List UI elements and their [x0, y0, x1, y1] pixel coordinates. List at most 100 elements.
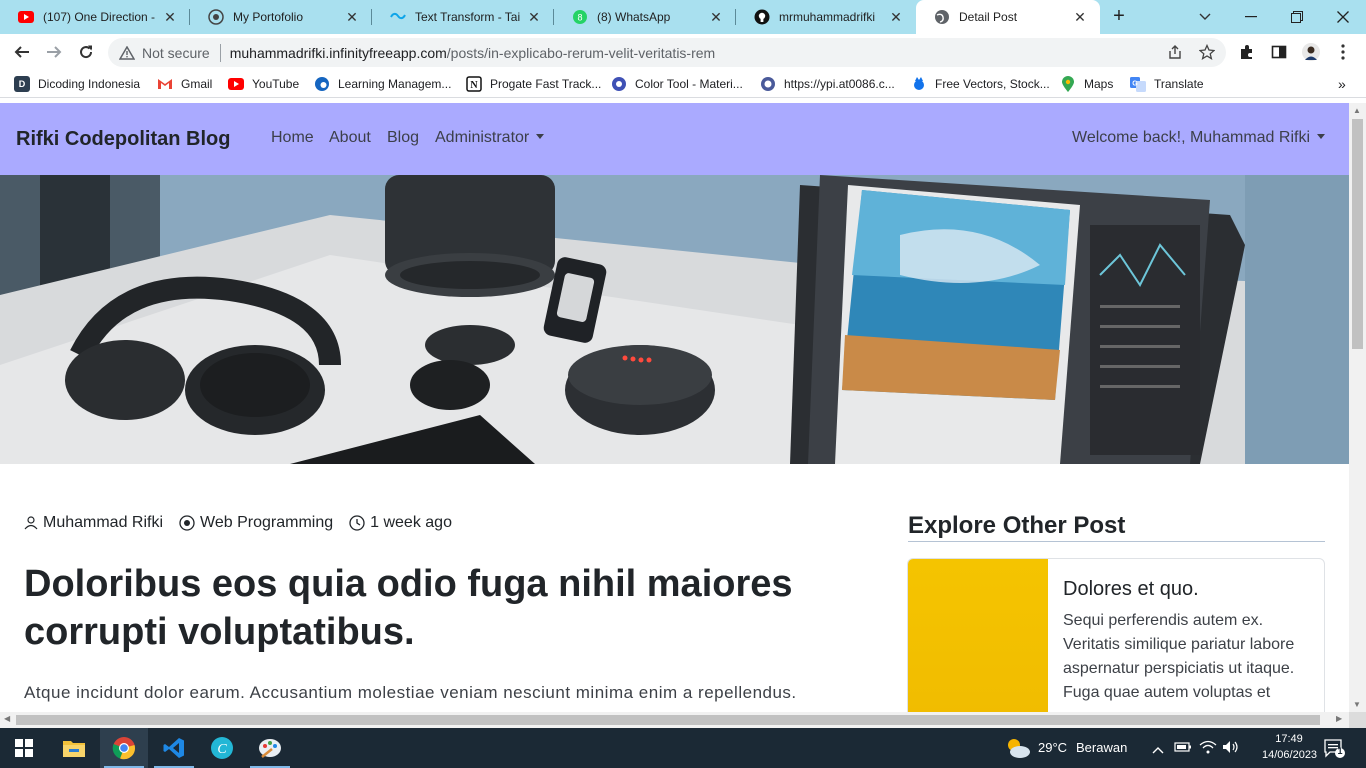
file-explorer-icon[interactable]: [50, 728, 98, 768]
user-icon: [24, 516, 38, 530]
administrator-label: Administrator: [435, 129, 530, 146]
user-menu-dropdown[interactable]: Welcome back!, Muhammad Rifki: [1072, 129, 1325, 147]
weather-icon[interactable]: [1005, 737, 1031, 764]
nav-about-link[interactable]: About: [329, 129, 371, 147]
chrome-icon[interactable]: [100, 728, 148, 768]
back-arrow-icon: [14, 46, 29, 58]
related-post-title[interactable]: Dolores et quo.: [1063, 578, 1199, 601]
url-path: /posts/in-explicabo-rerum-velit-veritati…: [446, 44, 716, 61]
wifi-icon[interactable]: [1199, 740, 1217, 759]
nav-blog-link[interactable]: Blog: [387, 129, 419, 147]
whatsapp-icon: 8: [572, 9, 588, 25]
time-ago: 1 week ago: [370, 514, 452, 531]
bookmark-youtube[interactable]: YouTube: [228, 75, 299, 93]
bookmark-freepik[interactable]: Free Vectors, Stock...: [911, 75, 1050, 93]
share-icon[interactable]: [1166, 43, 1184, 61]
close-tab-icon[interactable]: ✕: [1072, 9, 1088, 25]
vertical-scrollbar[interactable]: ▲ ▼: [1349, 103, 1366, 712]
chevron-up-icon[interactable]: [1152, 741, 1164, 759]
canva-icon[interactable]: C: [198, 728, 246, 768]
address-bar[interactable]: Not secure muhammadrifki.infinityfreeapp…: [108, 38, 1226, 67]
globe-icon: [760, 76, 776, 92]
battery-icon[interactable]: [1174, 740, 1192, 759]
post-meta: Muhammad Rifki Web Programming 1 week ag…: [24, 514, 468, 532]
close-tab-icon[interactable]: ✕: [162, 9, 178, 25]
clock-date: 14/06/2023: [1262, 749, 1318, 761]
related-post-text: Sequi perferendis autem ex. Veritatis si…: [1063, 612, 1295, 701]
notion-icon: N: [466, 76, 482, 92]
bookmark-ypi[interactable]: https://ypi.at0086.c...: [760, 75, 895, 93]
system-clock[interactable]: 17:49 14/06/2023: [1262, 731, 1318, 763]
reload-button[interactable]: [72, 38, 100, 66]
back-button[interactable]: [8, 38, 36, 66]
bookmark-label: Translate: [1154, 77, 1204, 91]
restore-button[interactable]: [1274, 0, 1320, 34]
bookmark-progate[interactable]: N Progate Fast Track...: [466, 75, 601, 93]
tab-title: My Portofolio: [233, 10, 304, 24]
security-label[interactable]: Not secure: [142, 45, 210, 61]
windows-start-icon[interactable]: [0, 728, 48, 768]
bookmark-dicoding[interactable]: D Dicoding Indonesia: [14, 75, 140, 93]
scrollbar-thumb[interactable]: [1352, 119, 1363, 349]
url-host: muhammadrifki.infinityfreeapp.com: [229, 44, 447, 61]
tab-search-button[interactable]: [1182, 0, 1228, 34]
bookmark-gmail[interactable]: Gmail: [157, 75, 212, 93]
svg-text:G: G: [1132, 81, 1138, 88]
tab-tailwind[interactable]: Text Transform - Tailw ✕: [372, 0, 554, 34]
bookmark-label: Dicoding Indonesia: [38, 77, 141, 91]
nav-home-link[interactable]: Home: [271, 129, 314, 147]
post-title: Doloribus eos quia odio fuga nihil maior…: [24, 563, 793, 653]
bookmark-color-tool[interactable]: Color Tool - Materi...: [611, 75, 743, 93]
notification-center-icon[interactable]: 1: [1324, 739, 1346, 764]
bookmark-lms[interactable]: Learning Managem...: [314, 75, 451, 93]
warning-icon[interactable]: [118, 44, 136, 62]
tab-youtube[interactable]: (107) One Direction - ✕: [0, 0, 190, 34]
tab-whatsapp[interactable]: 8 (8) WhatsApp ✕: [554, 0, 736, 34]
notification-count: 1: [1337, 746, 1343, 756]
horizontal-scrollbar[interactable]: ◀ ▶: [0, 712, 1349, 728]
close-tab-icon[interactable]: ✕: [526, 9, 542, 25]
close-window-button[interactable]: [1320, 0, 1366, 34]
scroll-up-icon[interactable]: ▲: [1353, 106, 1361, 115]
sidebar-heading: Explore Other Post: [908, 512, 1126, 539]
vscode-icon[interactable]: [150, 728, 198, 768]
record-circle-icon: [179, 515, 195, 531]
close-tab-icon[interactable]: ✕: [344, 9, 360, 25]
close-tab-icon[interactable]: ✕: [708, 9, 724, 25]
bookmark-translate[interactable]: G Translate: [1130, 75, 1204, 93]
site-brand[interactable]: Rifki Codepolitan Blog: [16, 128, 230, 151]
scroll-right-icon[interactable]: ▶: [1336, 714, 1342, 723]
browser-menu-icon[interactable]: [1334, 43, 1352, 61]
tab-title: (107) One Direction -: [43, 10, 156, 24]
bookmarks-overflow-button[interactable]: »: [1338, 75, 1346, 93]
bookmark-maps[interactable]: Maps: [1060, 75, 1113, 93]
scrollbar-thumb[interactable]: [16, 715, 1320, 725]
scroll-left-icon[interactable]: ◀: [4, 714, 10, 723]
windows-taskbar: C 29°C Berawan 17:49 14/06/2023 1: [0, 728, 1366, 768]
forward-button[interactable]: [40, 38, 68, 66]
tab-portfolio[interactable]: My Portofolio ✕: [190, 0, 372, 34]
related-post-thumbnail[interactable]: [908, 559, 1048, 712]
clock-time: 17:49: [1275, 733, 1303, 745]
tab-github[interactable]: mrmuhammadrifki ✕: [736, 0, 916, 34]
bookmarks-bar: D Dicoding Indonesia Gmail YouTube Learn…: [0, 70, 1366, 98]
related-post-card[interactable]: Dolores et quo. Sequi perferendis autem …: [907, 558, 1325, 712]
post-category[interactable]: Web Programming: [179, 514, 333, 532]
side-panel-icon[interactable]: [1270, 43, 1288, 61]
scroll-down-icon[interactable]: ▼: [1353, 700, 1361, 709]
author-name: Muhammad Rifki: [43, 514, 164, 531]
paint-icon[interactable]: [246, 728, 294, 768]
tab-detail-post[interactable]: Detail Post ✕: [916, 0, 1100, 34]
weather-temp[interactable]: 29°C: [1038, 740, 1067, 755]
volume-icon[interactable]: [1222, 740, 1240, 759]
weather-condition[interactable]: Berawan: [1076, 740, 1127, 755]
new-tab-button[interactable]: +: [1108, 6, 1130, 28]
bookmark-label: Color Tool - Materi...: [635, 77, 743, 91]
nav-administrator-dropdown[interactable]: Administrator: [435, 129, 545, 147]
bookmark-label: Free Vectors, Stock...: [935, 77, 1050, 91]
bookmark-star-icon[interactable]: [1198, 43, 1216, 61]
close-tab-icon[interactable]: ✕: [888, 9, 904, 25]
minimize-button[interactable]: [1228, 0, 1274, 34]
profile-avatar[interactable]: [1302, 43, 1320, 61]
extensions-icon[interactable]: [1238, 43, 1256, 61]
